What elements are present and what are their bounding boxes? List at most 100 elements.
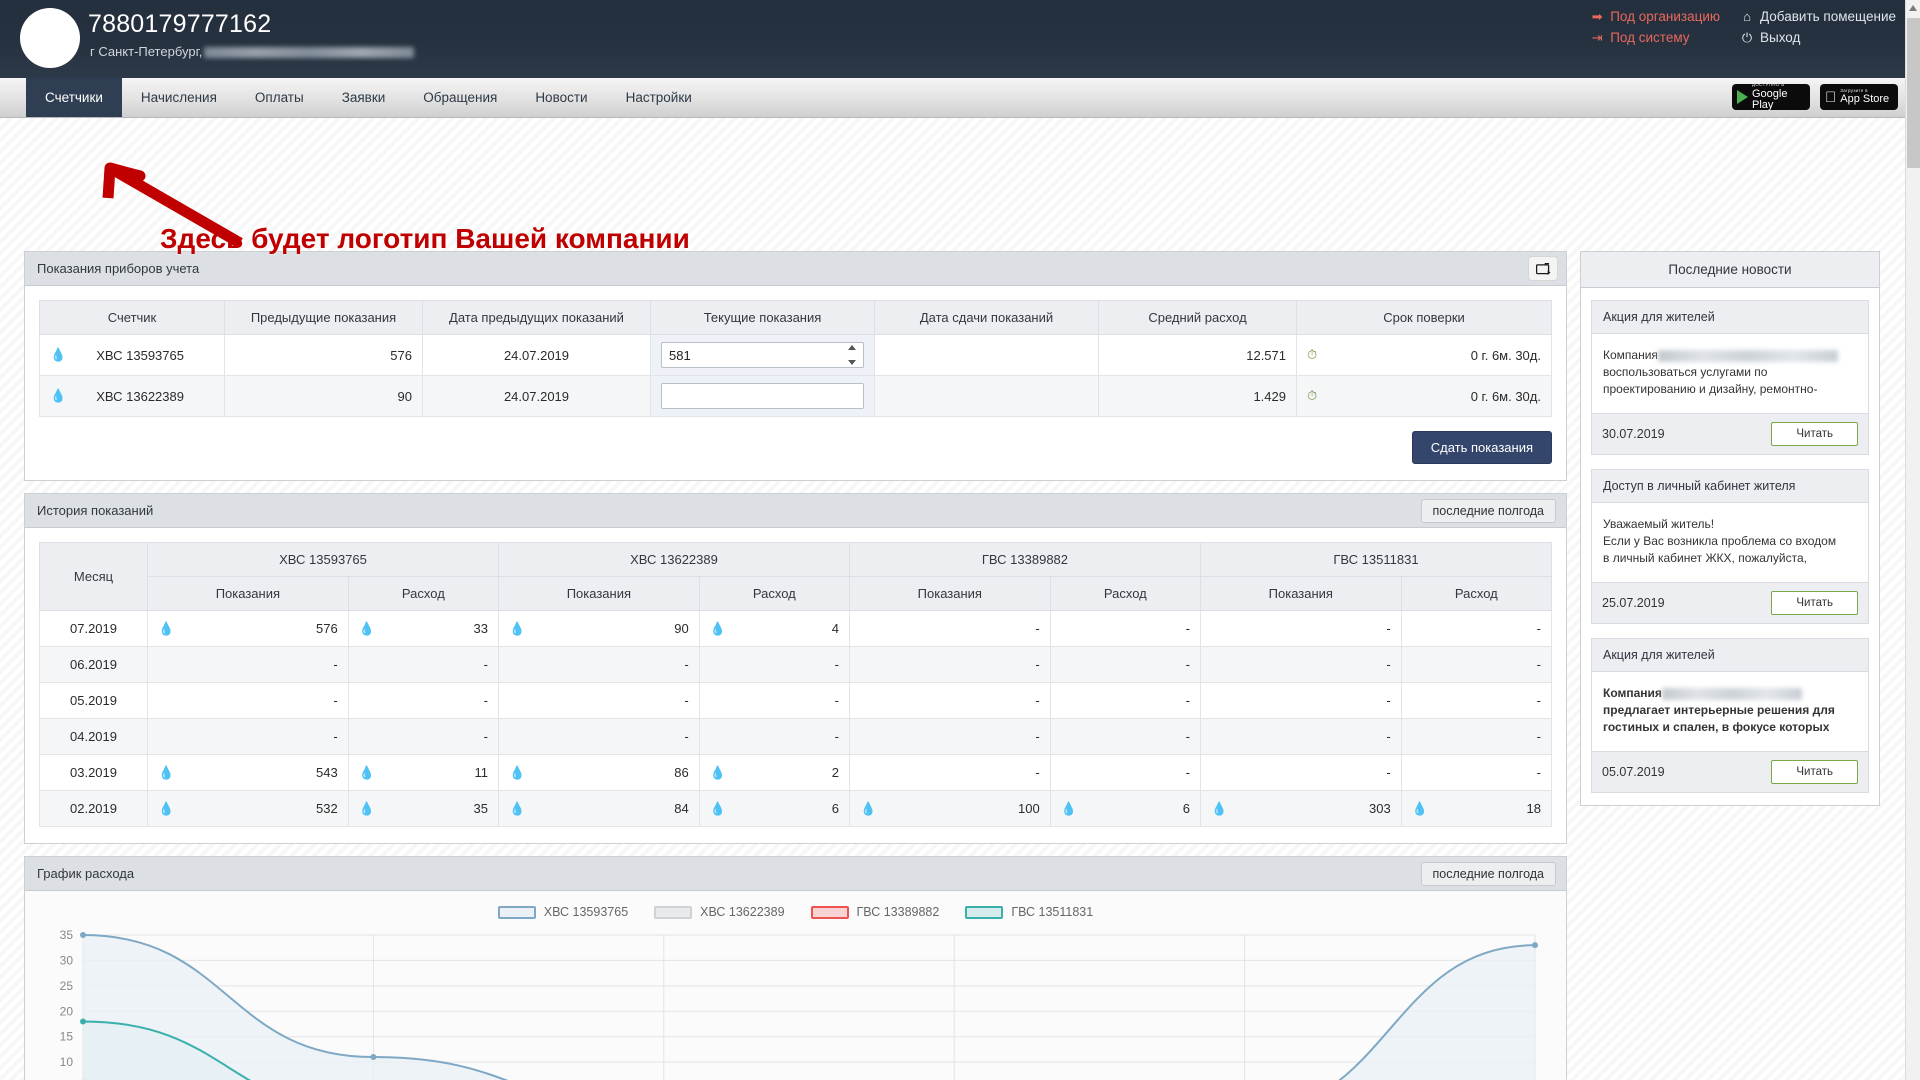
camera-icon-button[interactable]	[1528, 256, 1558, 281]
news-card-footer: 25.07.2019 Читать	[1592, 582, 1868, 624]
water-drop-cold-icon: 💧	[158, 764, 175, 780]
link-label: Под организацию	[1610, 9, 1720, 24]
cell-value: -	[848, 682, 1051, 719]
cell-value: 💧 84	[497, 790, 700, 827]
link-pod-organizaciyu[interactable]: ➡ Под организацию	[1590, 9, 1720, 24]
history-header-row-2: Показания Расход Показания Расход Показа…	[40, 576, 1553, 611]
cell-average: 12.571	[1098, 334, 1297, 376]
col-verification: Срок поверки	[1296, 300, 1552, 335]
history-period-button[interactable]: последние полгода	[1420, 499, 1556, 523]
submit-readings-button[interactable]: Сдать показания	[1411, 431, 1552, 464]
redacted-text	[1657, 349, 1838, 362]
sub-readings: Показания	[497, 576, 700, 611]
nav-item-nachisleniya[interactable]: Начисления	[122, 78, 236, 117]
current-reading-input[interactable]	[661, 342, 864, 368]
cell-value: -	[1400, 610, 1553, 647]
news-card-title: Акция для жителей	[1592, 639, 1868, 673]
water-drop-hot-icon: 💧	[1210, 800, 1228, 816]
page-scrollbar[interactable]	[1905, 0, 1920, 1080]
legend-item[interactable]: ГВС 13389882	[810, 905, 939, 919]
group-meter-3: ГВС 13389882	[848, 542, 1201, 577]
nav-item-obrashcheniya[interactable]: Обращения	[404, 78, 516, 117]
main-content: Показания приборов учета Счетчик Предыду…	[24, 251, 1567, 1080]
value-text: -	[1536, 729, 1541, 744]
cell-value: -	[1049, 754, 1201, 791]
history-table: Месяц ХВС 13593765 ХВС 13622389 ГВС 1338…	[39, 542, 1553, 827]
chart-period-button[interactable]: последние полгода	[1420, 862, 1556, 886]
cell-value: -	[147, 682, 349, 719]
meters-panel-body: Счетчик Предыдущие показания Дата предыд…	[25, 286, 1566, 480]
scrollbar-thumb[interactable]	[1907, 18, 1920, 168]
nav-item-schetchiki[interactable]: Счетчики	[26, 78, 122, 117]
value-text: -	[1185, 693, 1190, 708]
sub-consumption: Расход	[1400, 576, 1553, 611]
cell-value: 💧 576	[147, 610, 349, 647]
scroll-up-arrow-icon[interactable]	[1909, 5, 1917, 11]
table-row: 06.2019 - - - - - - - -	[39, 646, 1553, 683]
value-text: 532	[316, 801, 338, 816]
nav-item-nastroyki[interactable]: Настройки	[607, 78, 711, 117]
meter-name: ХВС 13593765	[96, 347, 184, 363]
verification-text: 0 г. 6м. 30д.	[1470, 388, 1541, 404]
nav-item-oplaty[interactable]: Оплаты	[236, 78, 323, 117]
cell-value: 💧 35	[347, 790, 499, 827]
nav-item-novosti[interactable]: Новости	[516, 78, 606, 117]
stepper-arrows[interactable]	[848, 345, 860, 365]
cell-value: -	[1049, 610, 1201, 647]
value-text: -	[1536, 765, 1541, 780]
legend-label: ХВС 13593765	[543, 905, 629, 919]
cell-value: 💧 11	[347, 754, 499, 791]
news-sidebar: Последние новости Акция для жителей Компа…	[1580, 251, 1880, 807]
cell-value: 💧 90	[497, 610, 700, 647]
value-text: -	[333, 693, 338, 708]
cell-previous-date: 24.07.2019	[422, 375, 651, 417]
legend-item[interactable]: ГВС 13511831	[965, 905, 1093, 919]
value-text: 543	[316, 765, 338, 780]
cell-value: -	[848, 646, 1051, 683]
legend-label: ХВС 13622389	[700, 905, 785, 919]
cell-month: 06.2019	[39, 646, 148, 683]
google-play-badge[interactable]: ДОСТУПНО В Google Play	[1732, 83, 1810, 110]
water-drop-cold-icon: 💧	[158, 800, 175, 816]
meters-panel: Показания приборов учета Счетчик Предыду…	[24, 251, 1567, 481]
read-button[interactable]: Читать	[1771, 422, 1858, 447]
value-text: -	[1185, 729, 1190, 744]
news-card-title: Доступ в личный кабинет жителя	[1592, 470, 1868, 504]
redacted-text	[1661, 688, 1802, 701]
news-date: 05.07.2019	[1602, 765, 1665, 780]
water-drop-cold-icon: 💧	[158, 620, 175, 636]
link-vyhod[interactable]: ⏻ Выход	[1740, 30, 1896, 45]
sub-readings: Показания	[147, 576, 349, 611]
link-label: Под систему	[1610, 30, 1690, 45]
legend-item[interactable]: ХВС 13593765	[497, 905, 629, 919]
value-text: -	[1185, 621, 1190, 636]
news-line: Если у Вас возникла проблема со входом	[1603, 534, 1837, 549]
chart-legend: ХВС 13593765 ХВС 13622389 ГВС 13389882 ГВС …	[35, 897, 1556, 925]
app-store-badge[interactable]:  Загрузите в App Store	[1820, 84, 1898, 110]
google-play-icon	[1737, 90, 1748, 104]
cell-current	[650, 375, 875, 417]
value-text: -	[684, 657, 689, 672]
value-text: -	[684, 729, 689, 744]
news-card-body: Компания воспользоваться услугами по проек…	[1592, 334, 1868, 413]
chart-panel: График расхода последние полгода ХВС 135…	[24, 856, 1567, 1080]
cell-value: 💧 543	[147, 754, 349, 791]
water-drop-hot-icon: 💧	[1411, 800, 1428, 816]
sub-readings: Показания	[1199, 576, 1402, 611]
history-header-row-1: Месяц ХВС 13593765 ХВС 13622389 ГВС 1338…	[39, 542, 1553, 611]
current-reading-input[interactable]	[661, 383, 864, 409]
cell-value: 💧 6	[1049, 790, 1201, 827]
value-text: 35	[473, 801, 488, 816]
cell-value: 💧 18	[1400, 790, 1553, 827]
legend-item[interactable]: ХВС 13622389	[654, 905, 785, 919]
nav-item-zayavki[interactable]: Заявки	[323, 78, 405, 117]
link-dobavit-pomeshchenie[interactable]: ⌂ Добавить помещение	[1740, 9, 1896, 24]
read-button[interactable]: Читать	[1771, 591, 1858, 616]
table-row: 07.2019 💧 576 💧 33 💧 90 💧 4- - - -	[39, 610, 1553, 647]
cell-value: -	[1400, 646, 1553, 683]
cell-value: -	[848, 718, 1051, 755]
cell-meter: 💧 ХВС 13622389	[39, 375, 225, 417]
link-pod-sistemu[interactable]: ⇥ Под систему	[1590, 30, 1720, 45]
read-button[interactable]: Читать	[1771, 760, 1858, 785]
main-nav: Счетчики Начисления Оплаты Заявки Обраще…	[0, 78, 1920, 118]
